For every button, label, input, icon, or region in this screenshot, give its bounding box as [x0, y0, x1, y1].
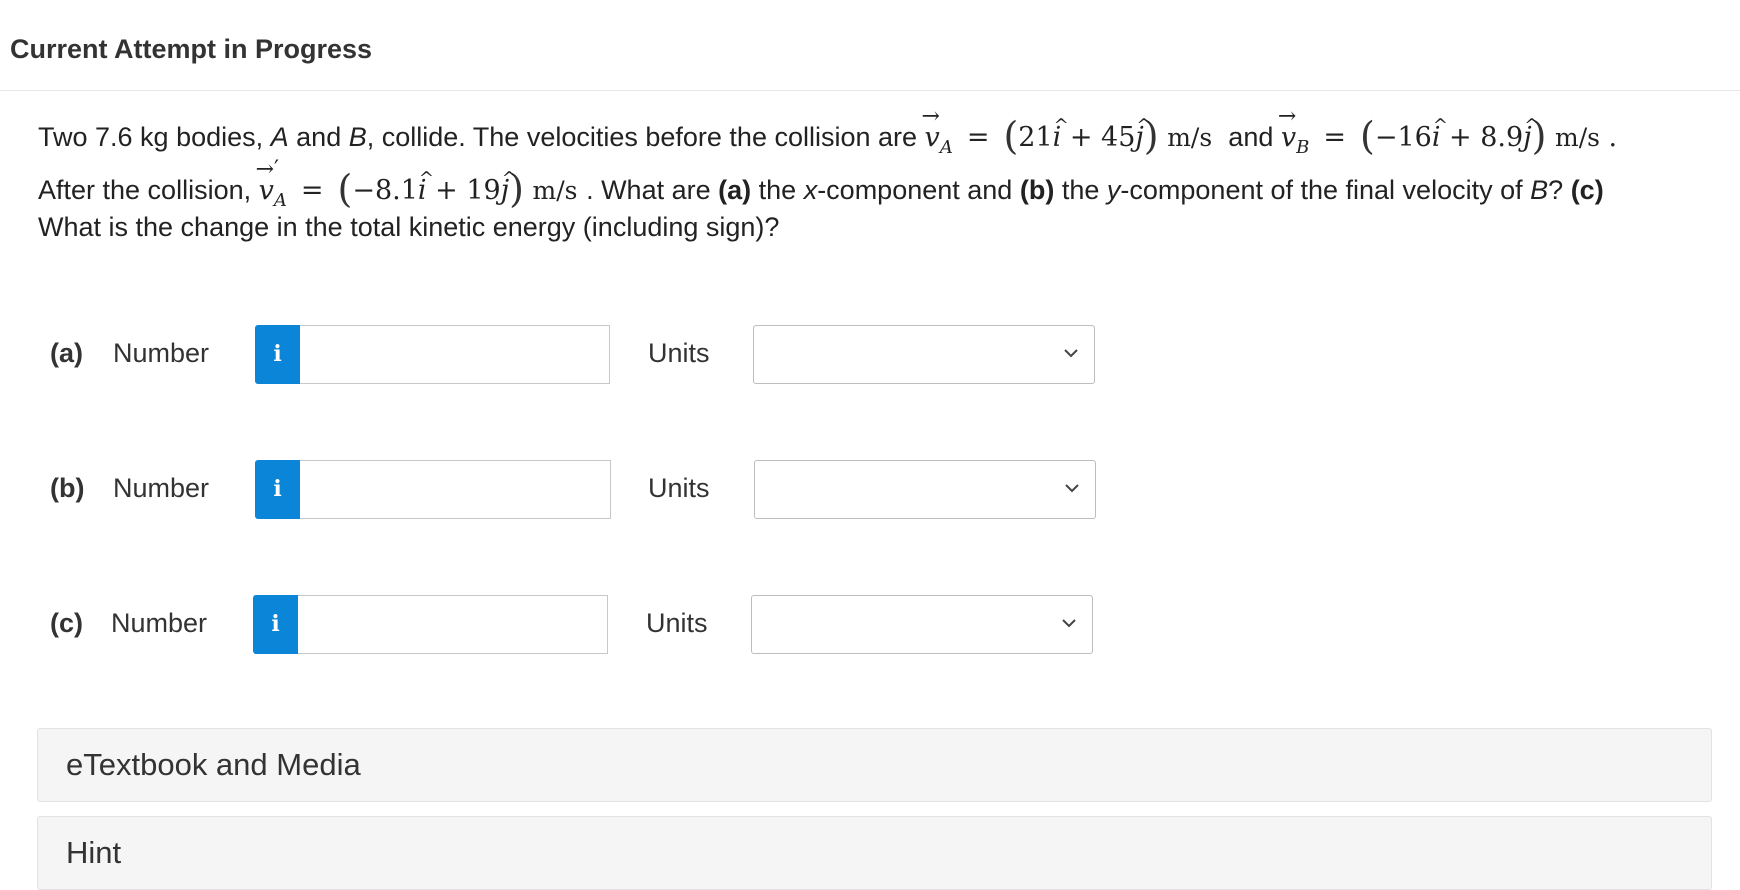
- info-icon[interactable]: i: [253, 595, 298, 654]
- part-b-text: the y-component of the final velocity of…: [1061, 175, 1564, 205]
- math-vA-before: →vA=(21i + 45j) m/s: [922, 99, 1221, 158]
- units-select-b[interactable]: [754, 460, 1096, 519]
- question-intro: Two 7.6 kg bodies, A and B, collide. The…: [38, 122, 918, 152]
- part-a-text: the x-component and: [758, 175, 1013, 205]
- answer-row-c: (c) Number i Units: [0, 595, 1740, 655]
- number-label-c: Number: [111, 608, 208, 638]
- math-vA-after: →′vA=(−8.1i + 19j) m/s: [256, 152, 586, 211]
- hint-panel[interactable]: Hint: [37, 816, 1712, 890]
- chevron-down-icon: [1062, 619, 1076, 628]
- part-label-a: (a): [50, 338, 83, 368]
- info-icon[interactable]: i: [255, 325, 300, 384]
- part-b-marker: (b): [1019, 175, 1055, 205]
- units-select-a[interactable]: [753, 325, 1095, 384]
- info-icon[interactable]: i: [255, 460, 300, 519]
- units-label-a: Units: [648, 338, 710, 368]
- part-c-marker: (c): [1570, 175, 1604, 205]
- hint-label: Hint: [66, 835, 122, 870]
- units-label-b: Units: [648, 473, 710, 503]
- page-title: Current Attempt in Progress: [10, 34, 373, 64]
- chevron-down-icon: [1065, 484, 1079, 493]
- question-line-3: What is the change in the total kinetic …: [38, 210, 1718, 263]
- what-are-text: . What are: [586, 175, 711, 205]
- answer-row-a: (a) Number i Units: [0, 325, 1740, 385]
- part-label-b: (b): [50, 473, 85, 503]
- question-text: Two 7.6 kg bodies, A and B, collide. The…: [38, 99, 1718, 263]
- math-vB-before: →vB=(−16i + 8.9j) m/s .: [1278, 99, 1617, 158]
- part-c-text: What is the change in the total kinetic …: [38, 212, 780, 242]
- etextbook-panel[interactable]: eTextbook and Media: [37, 728, 1712, 802]
- number-input-a[interactable]: [300, 325, 610, 384]
- question-line-2: After the collision, →′vA=(−8.1i + 19j) …: [38, 152, 1718, 216]
- and-word: and: [1228, 122, 1274, 152]
- part-a-marker: (a): [718, 175, 752, 205]
- chevron-down-icon: [1064, 349, 1078, 358]
- number-input-b[interactable]: [300, 460, 611, 519]
- number-input-c[interactable]: [298, 595, 608, 654]
- number-label-a: Number: [113, 338, 210, 368]
- part-label-c: (c): [50, 608, 83, 638]
- page-header: Current Attempt in Progress: [0, 0, 1740, 91]
- number-label-b: Number: [113, 473, 210, 503]
- question-line-1: Two 7.6 kg bodies, A and B, collide. The…: [38, 99, 1718, 163]
- answer-row-b: (b) Number i Units: [0, 460, 1740, 520]
- etextbook-label: eTextbook and Media: [66, 747, 361, 782]
- after-text: After the collision,: [38, 175, 252, 205]
- units-label-c: Units: [646, 608, 708, 638]
- units-select-c[interactable]: [751, 595, 1093, 654]
